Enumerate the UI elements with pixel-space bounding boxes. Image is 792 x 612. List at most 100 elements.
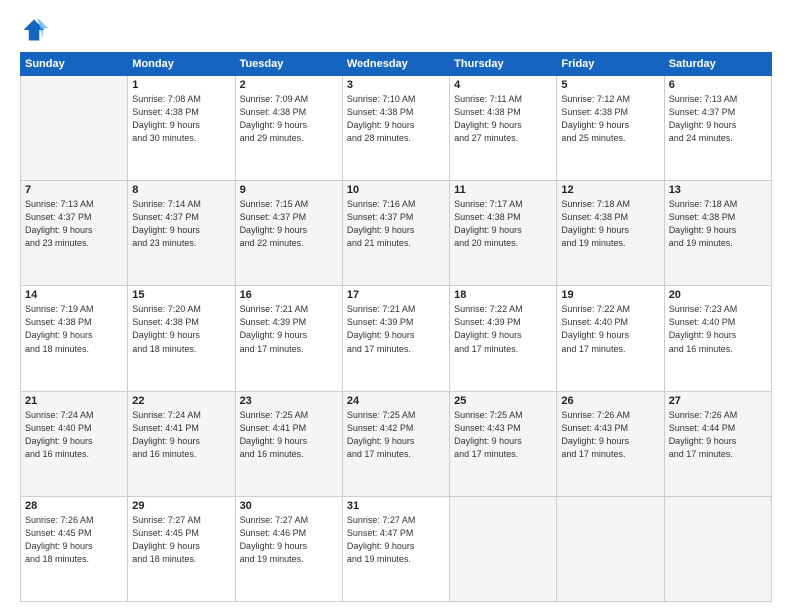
weekday-header: Wednesday [342, 53, 449, 76]
day-number: 24 [347, 395, 445, 407]
day-info: Sunrise: 7:16 AM Sunset: 4:37 PM Dayligh… [347, 198, 445, 250]
weekday-header-row: SundayMondayTuesdayWednesdayThursdayFrid… [21, 53, 772, 76]
weekday-header: Monday [128, 53, 235, 76]
day-number: 5 [561, 79, 659, 91]
calendar-week-row: 14 Sunrise: 7:19 AM Sunset: 4:38 PM Dayli… [21, 286, 772, 391]
calendar-cell: 19 Sunrise: 7:22 AM Sunset: 4:40 PM Dayli… [557, 286, 664, 391]
calendar-cell [21, 76, 128, 181]
day-info: Sunrise: 7:12 AM Sunset: 4:38 PM Dayligh… [561, 93, 659, 145]
calendar-cell: 26 Sunrise: 7:26 AM Sunset: 4:43 PM Dayli… [557, 391, 664, 496]
day-number: 10 [347, 184, 445, 196]
day-number: 11 [454, 184, 552, 196]
weekday-header: Friday [557, 53, 664, 76]
day-info: Sunrise: 7:18 AM Sunset: 4:38 PM Dayligh… [669, 198, 767, 250]
weekday-header: Saturday [664, 53, 771, 76]
calendar-week-row: 28 Sunrise: 7:26 AM Sunset: 4:45 PM Dayli… [21, 496, 772, 601]
calendar-cell: 1 Sunrise: 7:08 AM Sunset: 4:38 PM Daylig… [128, 76, 235, 181]
day-info: Sunrise: 7:21 AM Sunset: 4:39 PM Dayligh… [347, 303, 445, 355]
calendar-cell: 27Sunrise: 7:26 AM Sunset: 4:44 PM Dayli… [664, 391, 771, 496]
calendar-cell [557, 496, 664, 601]
day-number: 12 [561, 184, 659, 196]
day-number: 21 [25, 395, 123, 407]
calendar-cell: 18 Sunrise: 7:22 AM Sunset: 4:39 PM Dayli… [450, 286, 557, 391]
day-info: Sunrise: 7:18 AM Sunset: 4:38 PM Dayligh… [561, 198, 659, 250]
day-number: 7 [25, 184, 123, 196]
day-info: Sunrise: 7:22 AM Sunset: 4:39 PM Dayligh… [454, 303, 552, 355]
day-info: Sunrise: 7:23 AM Sunset: 4:40 PM Dayligh… [669, 303, 767, 355]
calendar-cell: 24Sunrise: 7:25 AM Sunset: 4:42 PM Dayli… [342, 391, 449, 496]
day-info: Sunrise: 7:27 AM Sunset: 4:47 PM Dayligh… [347, 514, 445, 566]
day-number: 29 [132, 500, 230, 512]
logo-icon [20, 16, 48, 44]
day-number: 3 [347, 79, 445, 91]
day-number: 26 [561, 395, 659, 407]
day-number: 27 [669, 395, 767, 407]
calendar-cell: 29 Sunrise: 7:27 AM Sunset: 4:45 PM Dayli… [128, 496, 235, 601]
calendar-cell: 22 Sunrise: 7:24 AM Sunset: 4:41 PM Dayli… [128, 391, 235, 496]
day-info: Sunrise: 7:10 AM Sunset: 4:38 PM Dayligh… [347, 93, 445, 145]
day-info: Sunrise: 7:22 AM Sunset: 4:40 PM Dayligh… [561, 303, 659, 355]
calendar-cell: 13 Sunrise: 7:18 AM Sunset: 4:38 PM Dayli… [664, 181, 771, 286]
calendar-cell: 11 Sunrise: 7:17 AM Sunset: 4:38 PM Dayli… [450, 181, 557, 286]
day-number: 15 [132, 289, 230, 301]
day-info: Sunrise: 7:24 AM Sunset: 4:41 PM Dayligh… [132, 409, 230, 461]
day-info: Sunrise: 7:25 AM Sunset: 4:41 PM Dayligh… [240, 409, 338, 461]
day-number: 14 [25, 289, 123, 301]
calendar-cell: 31 Sunrise: 7:27 AM Sunset: 4:47 PM Dayli… [342, 496, 449, 601]
weekday-header: Thursday [450, 53, 557, 76]
calendar-table: SundayMondayTuesdayWednesdayThursdayFrid… [20, 52, 772, 602]
day-info: Sunrise: 7:08 AM Sunset: 4:38 PM Dayligh… [132, 93, 230, 145]
day-info: Sunrise: 7:27 AM Sunset: 4:45 PM Dayligh… [132, 514, 230, 566]
day-info: Sunrise: 7:24 AM Sunset: 4:40 PM Dayligh… [25, 409, 123, 461]
weekday-header: Tuesday [235, 53, 342, 76]
day-info: Sunrise: 7:09 AM Sunset: 4:38 PM Dayligh… [240, 93, 338, 145]
day-info: Sunrise: 7:20 AM Sunset: 4:38 PM Dayligh… [132, 303, 230, 355]
calendar-cell: 12 Sunrise: 7:18 AM Sunset: 4:38 PM Dayli… [557, 181, 664, 286]
calendar-cell: 17Sunrise: 7:21 AM Sunset: 4:39 PM Dayli… [342, 286, 449, 391]
day-number: 19 [561, 289, 659, 301]
calendar-cell [664, 496, 771, 601]
day-number: 30 [240, 500, 338, 512]
calendar-cell: 8 Sunrise: 7:14 AM Sunset: 4:37 PM Daylig… [128, 181, 235, 286]
calendar-cell: 25Sunrise: 7:25 AM Sunset: 4:43 PM Dayli… [450, 391, 557, 496]
calendar-cell: 21 Sunrise: 7:24 AM Sunset: 4:40 PM Dayli… [21, 391, 128, 496]
day-number: 28 [25, 500, 123, 512]
day-number: 22 [132, 395, 230, 407]
calendar-cell: 30 Sunrise: 7:27 AM Sunset: 4:46 PM Dayli… [235, 496, 342, 601]
day-info: Sunrise: 7:15 AM Sunset: 4:37 PM Dayligh… [240, 198, 338, 250]
day-number: 8 [132, 184, 230, 196]
day-number: 2 [240, 79, 338, 91]
calendar-week-row: 1 Sunrise: 7:08 AM Sunset: 4:38 PM Daylig… [21, 76, 772, 181]
day-info: Sunrise: 7:27 AM Sunset: 4:46 PM Dayligh… [240, 514, 338, 566]
calendar-cell: 10 Sunrise: 7:16 AM Sunset: 4:37 PM Dayli… [342, 181, 449, 286]
day-info: Sunrise: 7:26 AM Sunset: 4:43 PM Dayligh… [561, 409, 659, 461]
day-number: 4 [454, 79, 552, 91]
calendar-cell: 3 Sunrise: 7:10 AM Sunset: 4:38 PM Daylig… [342, 76, 449, 181]
day-number: 9 [240, 184, 338, 196]
day-number: 13 [669, 184, 767, 196]
calendar-cell: 9 Sunrise: 7:15 AM Sunset: 4:37 PM Daylig… [235, 181, 342, 286]
calendar-week-row: 21 Sunrise: 7:24 AM Sunset: 4:40 PM Dayli… [21, 391, 772, 496]
calendar-cell: 28 Sunrise: 7:26 AM Sunset: 4:45 PM Dayli… [21, 496, 128, 601]
weekday-header: Sunday [21, 53, 128, 76]
calendar-cell: 2 Sunrise: 7:09 AM Sunset: 4:38 PM Daylig… [235, 76, 342, 181]
page: SundayMondayTuesdayWednesdayThursdayFrid… [0, 0, 792, 612]
day-number: 18 [454, 289, 552, 301]
day-info: Sunrise: 7:17 AM Sunset: 4:38 PM Dayligh… [454, 198, 552, 250]
calendar-cell: 4 Sunrise: 7:11 AM Sunset: 4:38 PM Daylig… [450, 76, 557, 181]
day-info: Sunrise: 7:14 AM Sunset: 4:37 PM Dayligh… [132, 198, 230, 250]
calendar-cell: 15 Sunrise: 7:20 AM Sunset: 4:38 PM Dayli… [128, 286, 235, 391]
day-info: Sunrise: 7:26 AM Sunset: 4:45 PM Dayligh… [25, 514, 123, 566]
day-info: Sunrise: 7:21 AM Sunset: 4:39 PM Dayligh… [240, 303, 338, 355]
day-number: 1 [132, 79, 230, 91]
day-number: 31 [347, 500, 445, 512]
header [20, 16, 772, 44]
day-info: Sunrise: 7:19 AM Sunset: 4:38 PM Dayligh… [25, 303, 123, 355]
day-info: Sunrise: 7:13 AM Sunset: 4:37 PM Dayligh… [25, 198, 123, 250]
calendar-cell: 5 Sunrise: 7:12 AM Sunset: 4:38 PM Daylig… [557, 76, 664, 181]
calendar-cell: 7 Sunrise: 7:13 AM Sunset: 4:37 PM Daylig… [21, 181, 128, 286]
day-info: Sunrise: 7:11 AM Sunset: 4:38 PM Dayligh… [454, 93, 552, 145]
day-info: Sunrise: 7:13 AM Sunset: 4:37 PM Dayligh… [669, 93, 767, 145]
day-number: 25 [454, 395, 552, 407]
calendar-cell: 14 Sunrise: 7:19 AM Sunset: 4:38 PM Dayli… [21, 286, 128, 391]
